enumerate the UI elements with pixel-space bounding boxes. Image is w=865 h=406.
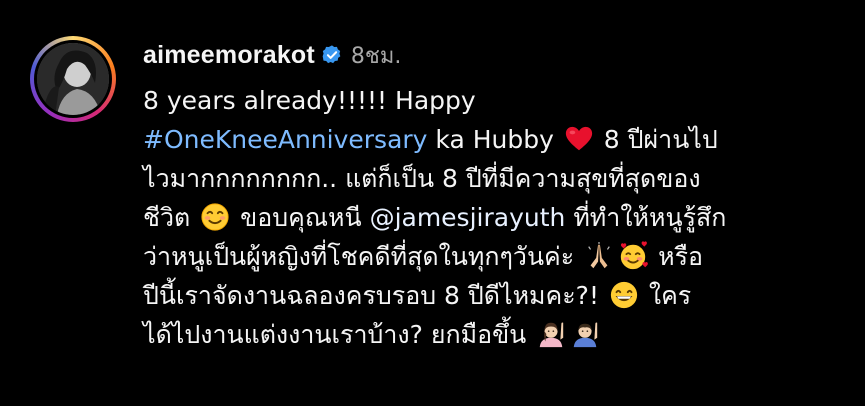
avatar-photo [37, 43, 109, 115]
grinning-face-emoji-icon [610, 281, 638, 309]
smiling-face-with-hearts-emoji-icon [620, 241, 649, 270]
comment-text: ที่ทำให้หนูรู้สึก [565, 203, 727, 232]
comment-text: ได้ไปงานแต่งงานเราบ้าง? ยกมือขึ้น [143, 320, 535, 349]
comment-line-3: ไวมากกกกกกกก.. แต่ก็เป็น 8 ปีที่มีความสุ… [143, 159, 843, 198]
comment-timestamp: 8ชม. [350, 43, 402, 69]
avatar-gap [34, 40, 112, 118]
avatar[interactable] [37, 43, 109, 115]
avatar-story-ring[interactable] [30, 36, 116, 122]
hashtag-link[interactable]: #OneKneeAnniversary [143, 125, 427, 154]
red-heart-emoji-icon [565, 126, 592, 151]
comment-text: ว่าหนูเป็นผู้หญิงที่โชคดีที่สุดในทุกๆวัน… [143, 242, 583, 271]
comment-text: ใคร [640, 281, 692, 310]
comment-text: 8 ปีผ่านไป [595, 125, 718, 154]
comment-text: ขอบคุณหนี [232, 203, 370, 232]
comment-text: หรือ [650, 242, 704, 271]
comment-line-2: #OneKneeAnniversary ka Hubby 8 ปีผ่านไป [143, 120, 843, 159]
comment-text: ไวมากกกกกกกก.. แต่ก็เป็น 8 ปีที่มีความสุ… [143, 164, 701, 193]
verified-badge-icon [322, 45, 341, 64]
folded-hands-emoji-icon [588, 241, 610, 269]
man-raising-hand-emoji-icon [573, 322, 598, 348]
comment-line-5: ว่าหนูเป็นผู้หญิงที่โชคดีที่สุดในทุกๆวัน… [143, 237, 843, 276]
comment-text: ชีวิต [143, 203, 199, 232]
comment-header: aimeemorakot 8ชม. [143, 40, 401, 70]
comment-line-4: ชีวิต ขอบคุณหนี @jamesjirayuth ที่ทำให้ห… [143, 198, 843, 237]
comment-line-6: ปีนี้เราจัดงานฉลองครบรอบ 8 ปีดีไหมคะ?! ใ… [143, 276, 843, 315]
comment-text: ปีนี้เราจัดงานฉลองครบรอบ 8 ปีดีไหมคะ?! [143, 281, 607, 310]
comment-line-1: 8 years already!!!!! Happy [143, 81, 843, 120]
comment-text: ka Hubby [427, 125, 562, 154]
username-link[interactable]: aimeemorakot [143, 41, 315, 70]
comment-text: 8 years already!!!!! Happy [143, 86, 476, 115]
smiling-face-emoji-icon [201, 203, 229, 231]
comment-body: 8 years already!!!!! Happy #OneKneeAnniv… [143, 81, 843, 354]
mention-link[interactable]: @jamesjirayuth [370, 203, 566, 232]
woman-raising-hand-emoji-icon [539, 322, 564, 348]
comment-line-7: ได้ไปงานแต่งงานเราบ้าง? ยกมือขึ้น [143, 315, 843, 354]
